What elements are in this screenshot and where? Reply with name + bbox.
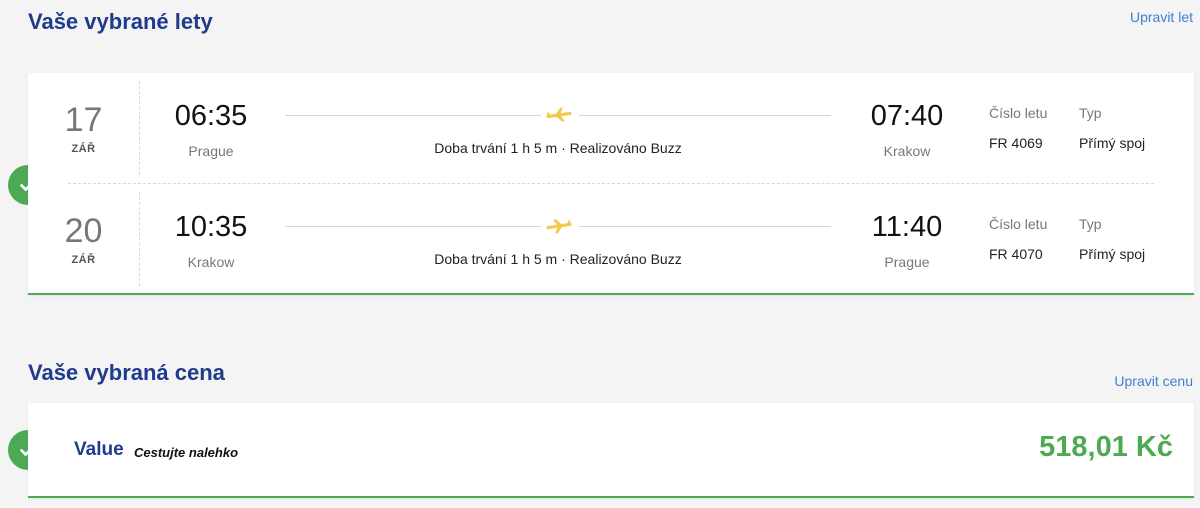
arrival-city: Prague [884, 254, 930, 270]
departure-block: 10:35 Krakow [156, 212, 266, 270]
flight-type: Přímý spoj [1079, 246, 1146, 262]
route-line [579, 115, 831, 116]
flight-duration: Doba trvání 1 h 5 m · Realizováno Buzz [434, 251, 682, 267]
arrival-block: 11:40 Prague [852, 212, 962, 270]
route-line [285, 115, 541, 116]
arrival-time: 11:40 [871, 211, 943, 243]
flight-date: 20 ZÁŘ [28, 192, 140, 286]
flight-month: ZÁŘ [71, 254, 96, 266]
flight-number: FR 4069 [989, 135, 1043, 151]
departure-block: 06:35 Prague [156, 101, 266, 159]
departure-city: Krakow [187, 254, 235, 270]
flight-day: 17 [64, 101, 103, 139]
flight-type-label: Typ [1079, 105, 1102, 121]
departure-city: Prague [188, 143, 234, 159]
selected-fare-card: Value Cestujte nalehko 518,01 Kč [28, 403, 1194, 498]
plane-icon [546, 107, 572, 122]
flight-type: Přímý spoj [1079, 135, 1146, 151]
price-section-title: Vaše vybraná cena [28, 360, 225, 385]
arrival-block: 07:40 Krakow [852, 101, 962, 159]
flight-number-label: Číslo letu [989, 216, 1048, 232]
fare-tagline: Cestujte nalehko [134, 445, 239, 460]
edit-price-link[interactable]: Upravit cenu [1114, 373, 1193, 389]
plane-icon [546, 219, 572, 234]
flight-day: 20 [64, 212, 103, 250]
flight-number: FR 4070 [989, 246, 1043, 262]
flight-date: 17 ZÁŘ [28, 81, 140, 175]
fare-name: Value [74, 439, 124, 460]
fare-price: 518,01 Kč [1039, 431, 1173, 463]
departure-time: 10:35 [174, 211, 248, 243]
edit-flight-link[interactable]: Upravit let [1130, 9, 1193, 25]
flight-number-label: Číslo letu [989, 105, 1048, 121]
flight-type-label: Typ [1079, 216, 1102, 232]
route-line [285, 226, 541, 227]
arrival-city: Krakow [883, 143, 931, 159]
flight-row-return: 20 ZÁŘ 10:35 Krakow Doba trvání 1 h 5 m … [28, 184, 1194, 294]
flight-row-outbound: 17 ZÁŘ 06:35 Prague Doba trvání 1 h 5 m … [28, 73, 1194, 183]
selected-flights-card: 17 ZÁŘ 06:35 Prague Doba trvání 1 h 5 m … [28, 73, 1194, 295]
arrival-time: 07:40 [870, 100, 944, 132]
route-line [579, 226, 831, 227]
flight-month: ZÁŘ [71, 143, 96, 155]
flight-duration: Doba trvání 1 h 5 m · Realizováno Buzz [434, 140, 682, 156]
flights-section-title: Vaše vybrané lety [28, 9, 213, 34]
departure-time: 06:35 [174, 100, 248, 132]
